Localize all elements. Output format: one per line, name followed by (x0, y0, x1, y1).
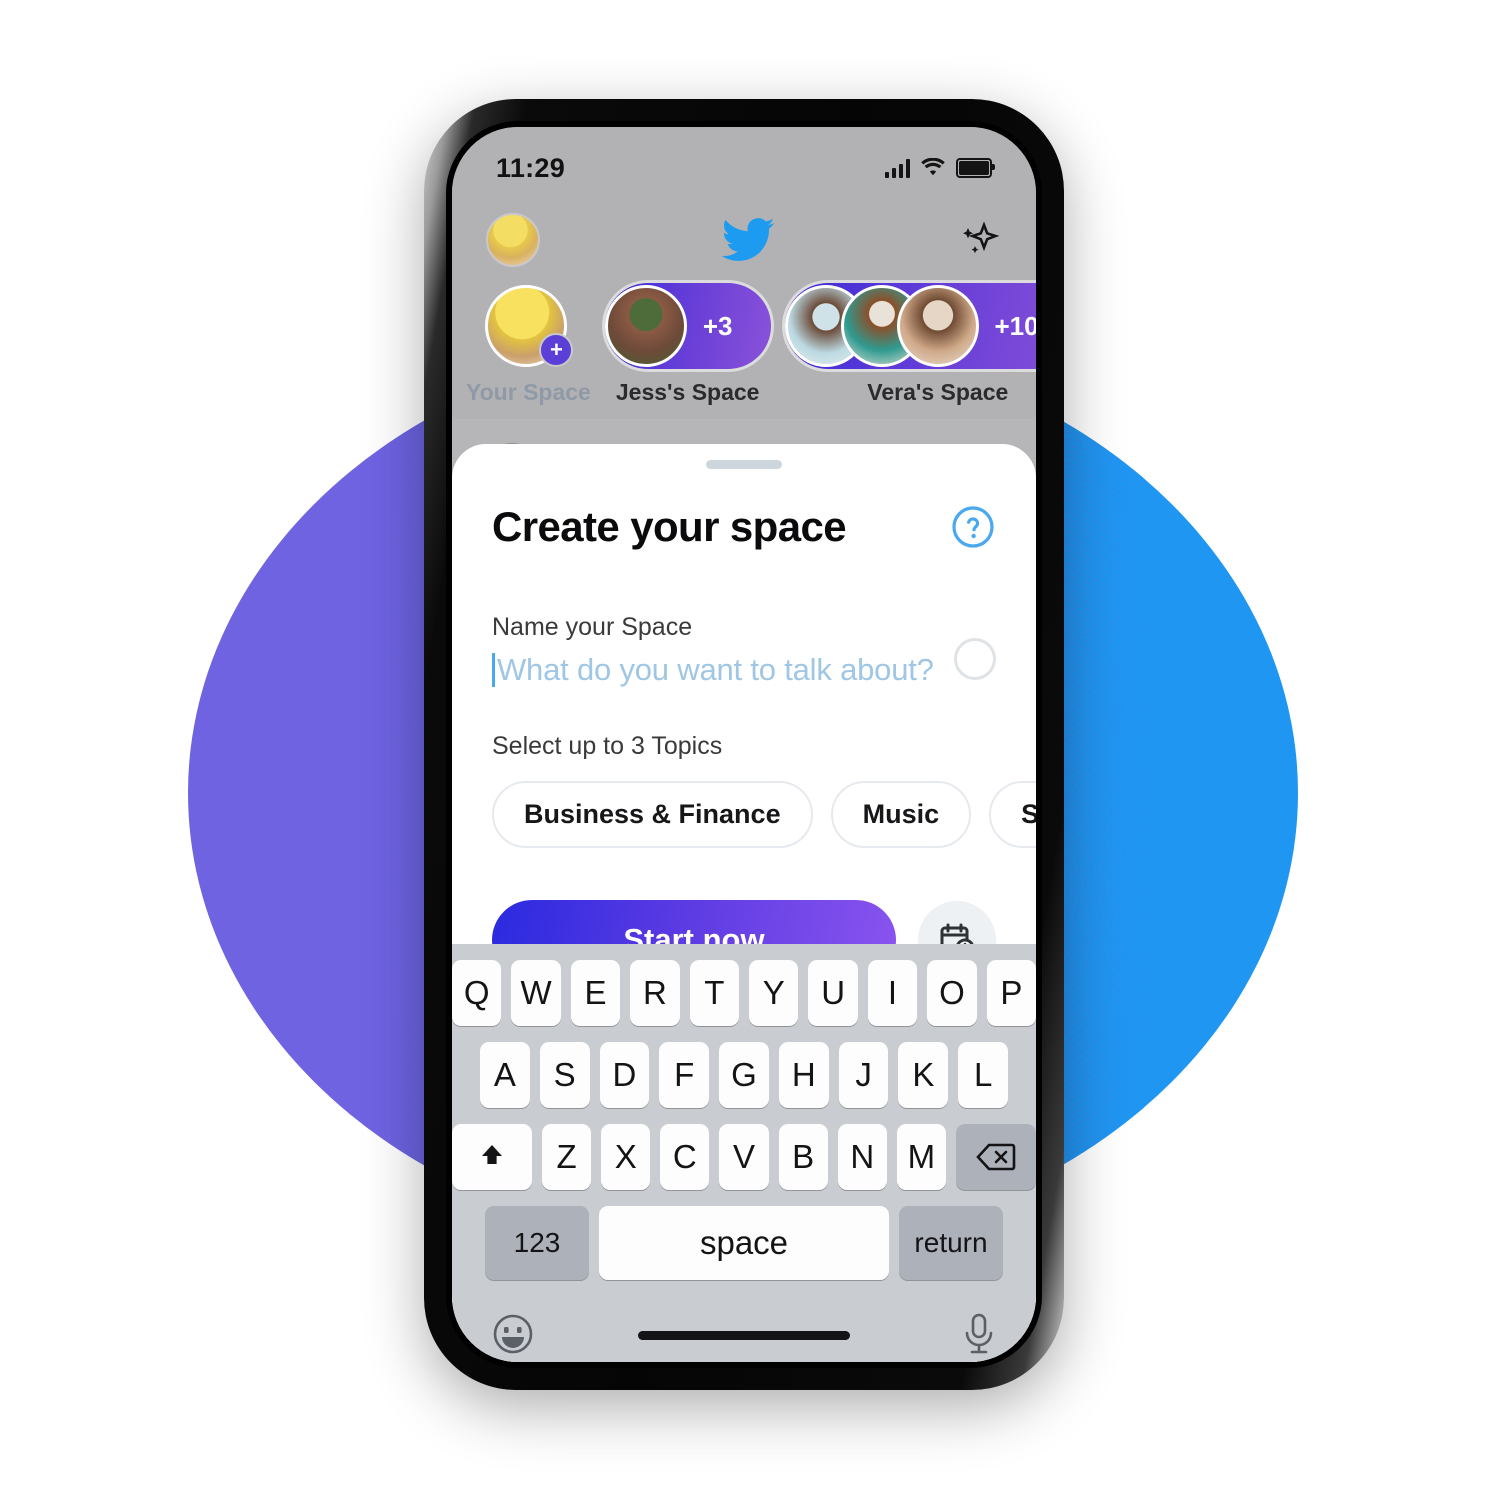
key-s[interactable]: S (539, 1042, 590, 1108)
key-w[interactable]: W (511, 960, 561, 1026)
sheet-drag-handle[interactable] (706, 460, 782, 469)
key-v[interactable]: V (719, 1124, 769, 1190)
key-f[interactable]: F (659, 1042, 710, 1108)
key-j[interactable]: J (838, 1042, 889, 1108)
twitter-bird-logo (721, 218, 775, 261)
key-r[interactable]: R (630, 960, 680, 1026)
sheet-header: Create your space (492, 503, 996, 551)
key-o[interactable]: O (927, 960, 977, 1026)
spaces-carousel[interactable]: + Your Space +3 Jess's Space +10 Vera's … (452, 283, 1036, 413)
wifi-icon (921, 158, 945, 176)
phone-device-frame: 11:29 + Your Space +3 Jess's Space +10 V… (424, 99, 1064, 1390)
shift-up-arrow-icon[interactable] (452, 1124, 532, 1190)
keyboard-row-2: A S D F G H J K L (452, 1042, 1036, 1108)
topics-list[interactable]: Business & Finance Music Sports (492, 781, 1036, 848)
key-z[interactable]: Z (542, 1124, 592, 1190)
backspace-glyph (976, 1143, 1016, 1171)
key-a[interactable]: A (479, 1042, 530, 1108)
keyboard-row-4: 123 space return (452, 1206, 1036, 1280)
key-x[interactable]: X (601, 1124, 651, 1190)
text-caret (492, 653, 495, 687)
topics-label: Select up to 3 Topics (492, 732, 723, 760)
keyboard-row-1: Q W E R T Y U I O P (452, 960, 1036, 1026)
emoji-smiley-icon[interactable] (488, 1309, 538, 1359)
key-i[interactable]: I (867, 960, 918, 1026)
twitter-top-bar (452, 199, 1036, 281)
space-name-field-row[interactable]: Name your Space What do you want to talk… (492, 613, 996, 688)
key-d[interactable]: D (599, 1042, 650, 1108)
key-e[interactable]: E (570, 960, 621, 1026)
space-label: Jess's Space (615, 379, 760, 405)
key-q[interactable]: Q (452, 960, 502, 1026)
cellular-bars-icon (885, 158, 910, 178)
key-p[interactable]: P (986, 960, 1036, 1026)
space-item-vera[interactable]: +102 Vera's Space (784, 283, 1037, 406)
topic-pill-sports[interactable]: Sports (989, 781, 1036, 848)
key-k[interactable]: K (898, 1042, 949, 1108)
topic-pill-music[interactable]: Music (830, 781, 972, 848)
space-participant-count: +3 (702, 310, 733, 341)
space-item-your-space[interactable]: + Your Space (466, 283, 591, 406)
space-label: Vera's Space (867, 379, 1009, 405)
space-name-label: Name your Space (492, 613, 693, 641)
backspace-delete-icon[interactable] (955, 1124, 1036, 1190)
shift-glyph (482, 1145, 502, 1164)
vera-space-pill[interactable]: +102 (784, 283, 1037, 369)
key-g[interactable]: G (719, 1042, 769, 1108)
sparkles-icon[interactable] (956, 217, 1002, 263)
space-name-placeholder: What do you want to talk about? (497, 652, 934, 687)
numbers-key[interactable]: 123 (485, 1206, 589, 1280)
space-label: Your Space (466, 379, 591, 405)
home-indicator (638, 1331, 850, 1340)
your-space-avatar-pill[interactable]: + (485, 283, 574, 369)
key-u[interactable]: U (808, 960, 858, 1026)
keyboard-bottom-bar (452, 1296, 1036, 1362)
key-t[interactable]: T (689, 960, 739, 1026)
keyboard-row-3: Z X C V B N M (452, 1124, 1036, 1190)
space-participant-count: +102 (994, 310, 1037, 341)
space-name-field[interactable]: Name your Space What do you want to talk… (492, 613, 934, 688)
phone-screen: 11:29 + Your Space +3 Jess's Space +10 V… (452, 127, 1036, 1362)
key-m[interactable]: M (896, 1124, 946, 1190)
phone-bezel: 11:29 + Your Space +3 Jess's Space +10 V… (446, 121, 1042, 1368)
key-y[interactable]: Y (749, 960, 799, 1026)
create-space-sheet: Create your space Name your Space What d… (452, 444, 1036, 1362)
key-l[interactable]: L (958, 1042, 1009, 1108)
status-bar-clock: 11:29 (496, 152, 566, 183)
profile-avatar[interactable] (486, 213, 540, 267)
avatar (896, 285, 979, 367)
add-space-plus-badge[interactable]: + (539, 333, 574, 367)
key-h[interactable]: H (778, 1042, 829, 1108)
return-key[interactable]: return (899, 1206, 1003, 1280)
sheet-content: Create your space Name your Space What d… (452, 469, 1036, 980)
jess-space-pill[interactable]: +3 (604, 283, 771, 369)
page-title: Create your space (492, 503, 847, 550)
help-circle-icon[interactable] (950, 504, 996, 550)
space-item-jess[interactable]: +3 Jess's Space (604, 283, 771, 406)
key-b[interactable]: B (778, 1124, 828, 1190)
battery-full-icon (956, 158, 995, 178)
status-bar-indicators (885, 158, 995, 178)
ios-keyboard[interactable]: Q W E R T Y U I O P A S D F G H J K L Z … (452, 944, 1036, 1362)
topic-pill-business-finance[interactable]: Business & Finance (492, 781, 813, 848)
space-key[interactable]: space (599, 1206, 889, 1280)
avatar (604, 285, 687, 367)
character-count-ring (954, 638, 996, 680)
key-n[interactable]: N (837, 1124, 887, 1190)
status-bar: 11:29 (452, 127, 1036, 193)
key-c[interactable]: C (660, 1124, 710, 1190)
space-name-input[interactable]: What do you want to talk about? (492, 652, 934, 688)
microphone-icon[interactable] (958, 1309, 1000, 1359)
